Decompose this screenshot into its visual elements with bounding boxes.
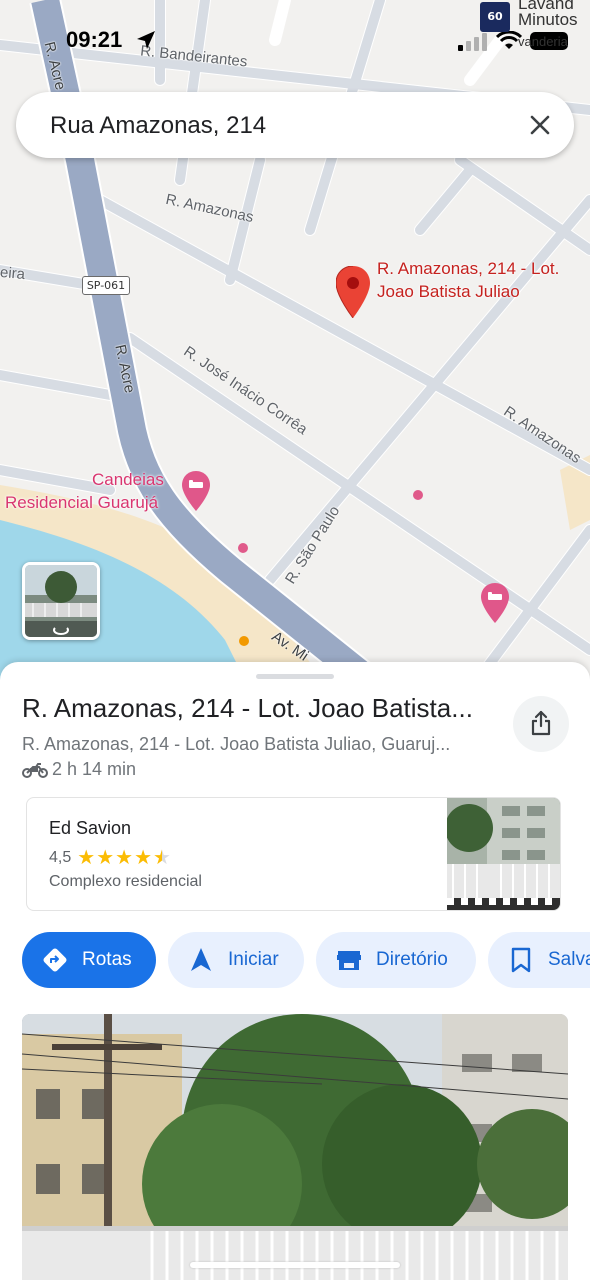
card-rating-row: 4,5 ★ ★ ★ ★ ★ [49, 845, 171, 870]
close-icon[interactable] [526, 111, 554, 139]
search-bar[interactable]: Rua Amazonas, 214 [16, 92, 574, 158]
half-star-icon: ★ [153, 847, 171, 869]
star-icon: ★ [115, 847, 134, 869]
highway-shield: SP-061 [82, 276, 130, 295]
ad-badge: 60 [480, 2, 510, 32]
card-name: Ed Savion [49, 818, 132, 838]
card-photo[interactable] [447, 798, 560, 910]
share-icon [531, 710, 551, 736]
location-pin-icon[interactable] [336, 266, 370, 318]
pin-label: R. Amazonas, 214 - Lot. Joao Batista Jul… [377, 259, 560, 301]
street-view-image [25, 565, 97, 637]
storefront-icon [337, 951, 361, 970]
drag-handle[interactable] [256, 674, 334, 679]
directions-button[interactable]: Rotas [22, 932, 156, 988]
home-indicator[interactable] [190, 1262, 400, 1268]
star-icon: ★ [96, 847, 115, 869]
place-sheet[interactable]: R. Amazonas, 214 - Lot. Joao Batista... … [0, 662, 590, 1280]
directions-label: Rotas [82, 949, 132, 970]
start-button[interactable]: Iniciar [168, 932, 304, 988]
start-label: Iniciar [228, 949, 279, 970]
directory-button[interactable]: Diretório [316, 932, 476, 988]
directory-label: Diretório [376, 949, 448, 970]
ad-banner[interactable]: 60 Lavand Minutos vanderia [478, 0, 590, 52]
place-title: R. Amazonas, 214 - Lot. Joao Batista... [22, 693, 473, 723]
status-time: 09:21 [66, 27, 123, 52]
place-address: R. Amazonas, 214 - Lot. Joao Batista Jul… [22, 734, 451, 754]
save-button[interactable]: Salva [488, 932, 590, 988]
lodging-marker-icon[interactable] [481, 583, 509, 623]
travel-time: 2 h 14 min [52, 759, 137, 779]
bookmark-icon [511, 947, 531, 973]
street-view-thumbnail[interactable] [22, 562, 100, 640]
share-button[interactable] [513, 696, 569, 752]
location-arrow-icon [137, 31, 155, 49]
search-input[interactable]: Rua Amazonas, 214 [50, 112, 266, 140]
poi-label-line2[interactable]: Residencial Guarujá [5, 492, 158, 514]
street-photo [22, 1014, 568, 1280]
poi-label-line1[interactable]: Candeias [92, 469, 164, 491]
street-label-eira: eira [0, 263, 26, 284]
building-photo [447, 798, 560, 910]
motorcycle-icon [22, 762, 48, 778]
card-rating: 4,5 [49, 848, 72, 866]
ad-line3: vanderia [518, 34, 568, 49]
nearby-place-card[interactable]: Ed Savion 4,5 ★ ★ ★ ★ ★ Complexo residen… [26, 797, 561, 911]
travel-time-row: 2 h 14 min [22, 759, 136, 780]
save-label: Salva [548, 949, 590, 970]
star-icon: ★ [134, 847, 152, 869]
map-view[interactable]: R. Acre R. Bandeirantes R. Amazonas eira… [0, 0, 590, 690]
card-type: Complexo residencial [49, 873, 202, 890]
directions-icon [43, 948, 67, 972]
action-chips: Rotas Iniciar Diretório Salva [0, 932, 590, 988]
place-photo[interactable] [22, 1014, 568, 1280]
navigation-arrow-icon [191, 948, 211, 971]
rating-stars: ★ ★ ★ ★ ★ [77, 845, 171, 870]
lodging-marker-icon[interactable] [182, 471, 210, 511]
ad-line2: Minutos [518, 10, 578, 29]
star-icon: ★ [77, 847, 96, 869]
